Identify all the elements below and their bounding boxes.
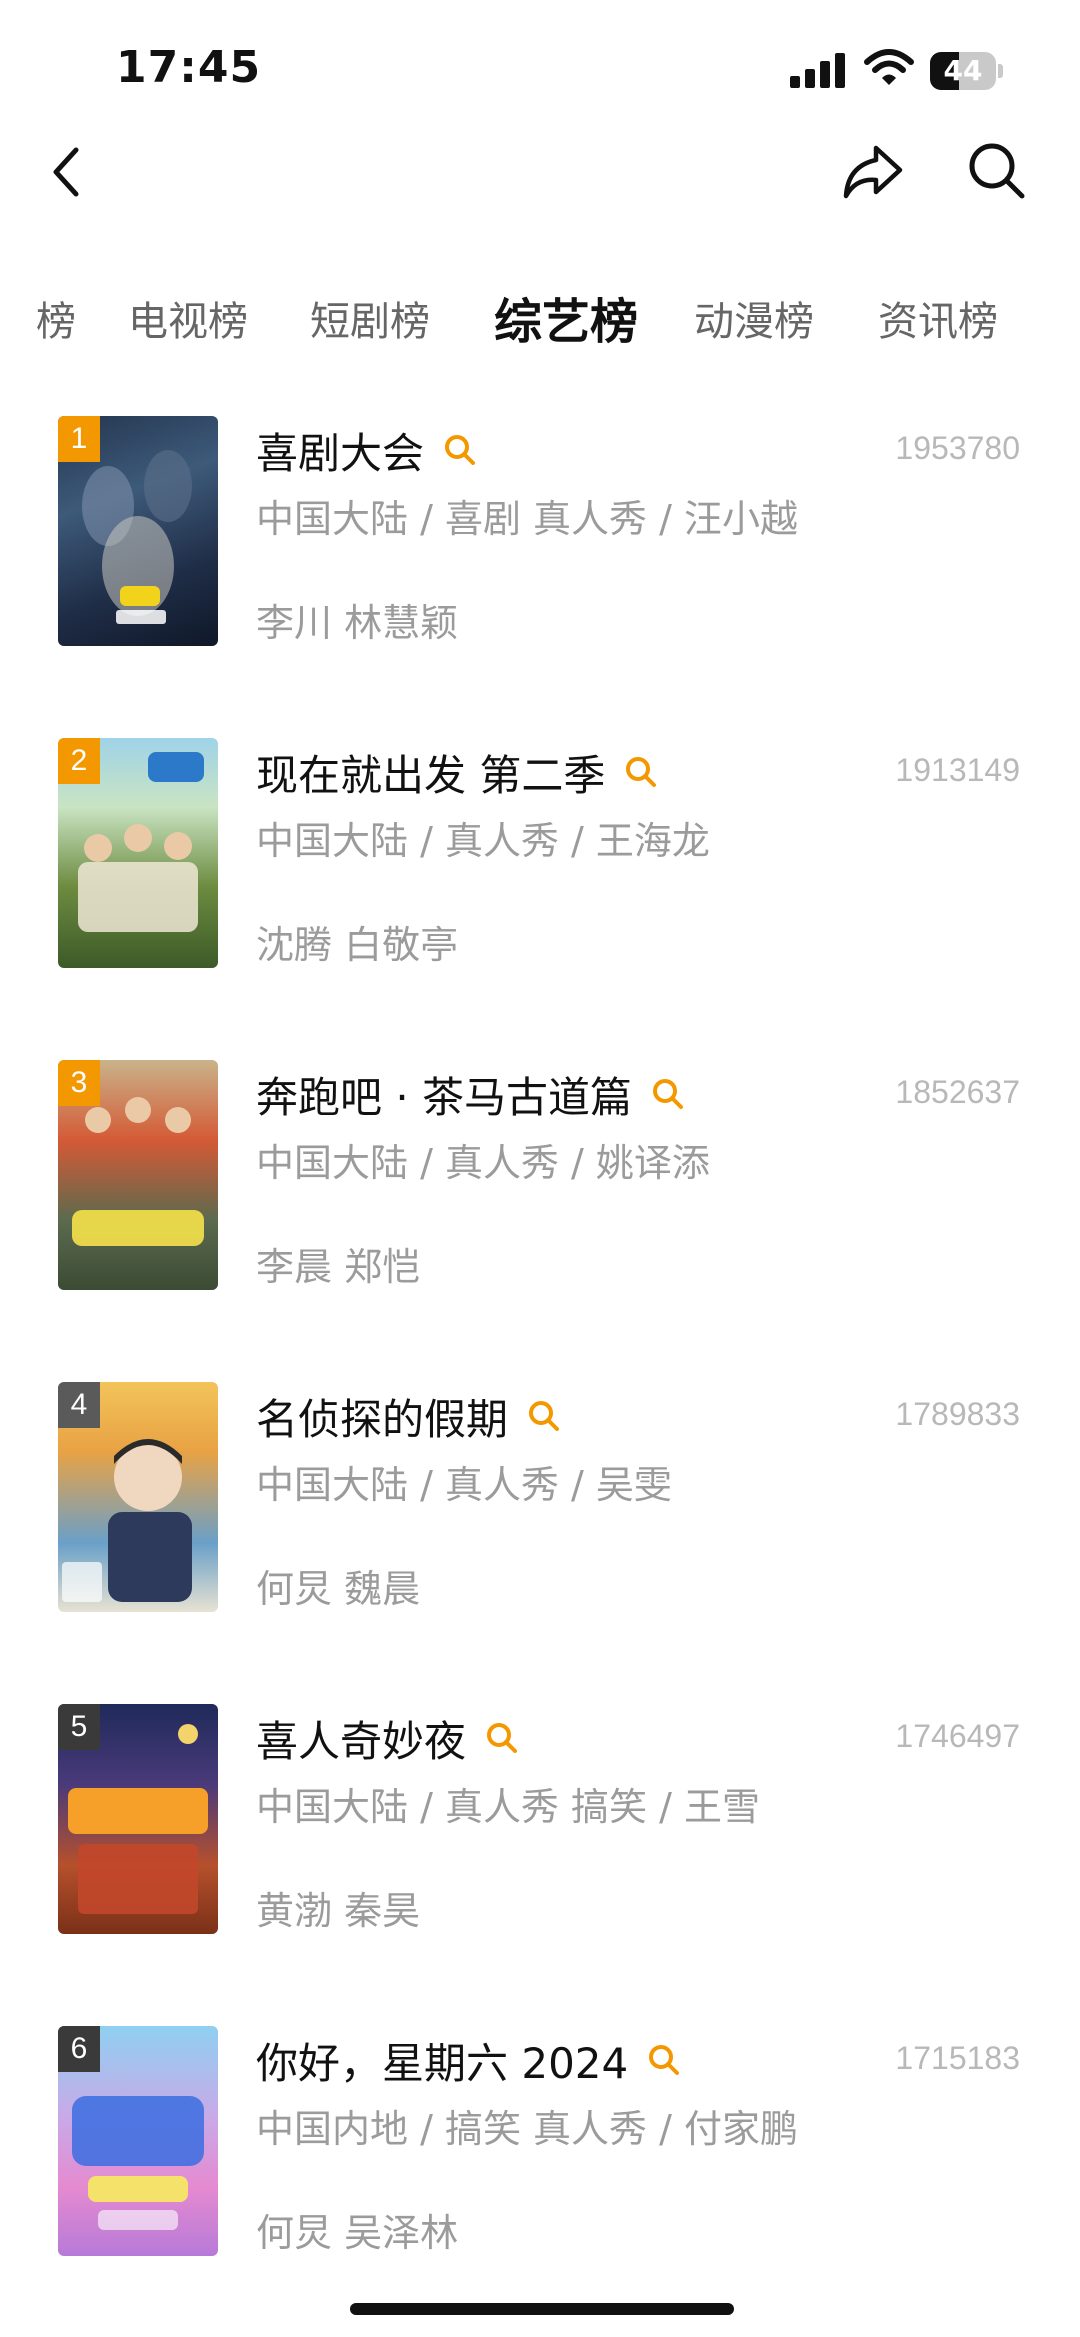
heat-score: 1913149 bbox=[895, 752, 1020, 788]
search-icon[interactable] bbox=[646, 2042, 682, 2078]
search-icon bbox=[969, 143, 1025, 199]
poster-image: 3 bbox=[58, 1060, 218, 1290]
cellular-signal-icon bbox=[790, 52, 846, 88]
item-title: 奔跑吧 · 茶马古道篇 bbox=[256, 1072, 633, 1122]
share-icon bbox=[843, 145, 903, 199]
rank-badge: 2 bbox=[58, 738, 100, 784]
heat-score: 1953780 bbox=[895, 430, 1020, 466]
chevron-left-icon bbox=[53, 147, 79, 197]
list-item[interactable]: 2 现在就出发 第二季 1913149 中国大陆 / 真人秀 / 王海龙 沈腾 … bbox=[0, 738, 1080, 978]
item-cast: 何炅 吴泽林 bbox=[256, 2211, 459, 2255]
heat-score: 1746497 bbox=[895, 1718, 1020, 1754]
tab-short-drama[interactable]: 短剧榜 bbox=[310, 286, 430, 358]
item-title: 喜剧大会 bbox=[256, 428, 425, 478]
search-button[interactable] bbox=[964, 138, 1030, 204]
search-icon[interactable] bbox=[442, 432, 478, 468]
list-item[interactable]: 5 喜人奇妙夜 1746497 中国大陆 / 真人秀 搞笑 / 王雪 黄渤 秦昊 bbox=[0, 1704, 1080, 1944]
item-cast: 李川 林慧颖 bbox=[256, 601, 459, 645]
heat-score: 1852637 bbox=[895, 1074, 1020, 1110]
item-title: 现在就出发 第二季 bbox=[256, 750, 606, 800]
tab-news[interactable]: 资讯榜 bbox=[878, 286, 998, 358]
item-meta: 中国大陆 / 真人秀 / 姚译添 bbox=[256, 1141, 710, 1185]
tab-tv[interactable]: 电视榜 bbox=[128, 286, 248, 358]
poster-image: 2 bbox=[58, 738, 218, 968]
item-meta: 中国大陆 / 真人秀 / 吴雯 bbox=[256, 1463, 672, 1507]
search-icon[interactable] bbox=[650, 1076, 686, 1112]
search-icon[interactable] bbox=[623, 754, 659, 790]
tab-variety[interactable]: 综艺榜 bbox=[494, 286, 638, 358]
poster-image: 4 bbox=[58, 1382, 218, 1612]
item-title: 喜人奇妙夜 bbox=[256, 1716, 467, 1766]
list-item[interactable]: 4 名侦探的假期 1789833 中国大陆 / 真人秀 / 吴雯 何炅 魏晨 bbox=[0, 1382, 1080, 1622]
battery-icon: 44 bbox=[930, 52, 1004, 90]
tab-anime[interactable]: 动漫榜 bbox=[694, 286, 814, 358]
item-title: 你好，星期六 2024 bbox=[256, 2038, 629, 2088]
item-meta: 中国大陆 / 真人秀 搞笑 / 王雪 bbox=[256, 1785, 761, 1829]
poster-image: 1 bbox=[58, 416, 218, 646]
list-item[interactable]: 1 喜剧大会 1953780 中国大陆 / 喜剧 真人秀 / 汪小越 李川 林慧… bbox=[0, 416, 1080, 656]
rank-badge: 1 bbox=[58, 416, 100, 462]
status-time: 17:45 bbox=[116, 42, 262, 93]
rank-badge: 3 bbox=[58, 1060, 100, 1106]
home-indicator bbox=[350, 2303, 734, 2315]
rank-badge: 4 bbox=[58, 1382, 100, 1428]
battery-percent: 44 bbox=[943, 54, 983, 87]
item-meta: 中国大陆 / 真人秀 / 王海龙 bbox=[256, 819, 710, 863]
search-icon[interactable] bbox=[484, 1720, 520, 1756]
list-item[interactable]: 3 奔跑吧 · 茶马古道篇 1852637 中国大陆 / 真人秀 / 姚译添 李… bbox=[0, 1060, 1080, 1300]
rank-badge: 5 bbox=[58, 1704, 100, 1750]
item-meta: 中国大陆 / 喜剧 真人秀 / 汪小越 bbox=[256, 497, 799, 541]
item-cast: 何炅 魏晨 bbox=[256, 1567, 421, 1611]
poster-image: 5 bbox=[58, 1704, 218, 1934]
tab-partial[interactable]: 榜 bbox=[36, 286, 76, 358]
item-cast: 黄渤 秦昊 bbox=[256, 1889, 421, 1933]
item-cast: 李晨 郑恺 bbox=[256, 1245, 421, 1289]
item-cast: 沈腾 白敬亭 bbox=[256, 923, 459, 967]
rank-badge: 6 bbox=[58, 2026, 100, 2072]
item-meta: 中国内地 / 搞笑 真人秀 / 付家鹏 bbox=[256, 2107, 799, 2151]
search-icon[interactable] bbox=[526, 1398, 562, 1434]
poster-image: 6 bbox=[58, 2026, 218, 2256]
share-button[interactable] bbox=[838, 140, 908, 204]
back-button[interactable] bbox=[38, 140, 94, 204]
item-title: 名侦探的假期 bbox=[256, 1394, 509, 1444]
status-bar: 17:45 44 bbox=[0, 0, 1080, 130]
wifi-icon bbox=[864, 49, 914, 85]
heat-score: 1789833 bbox=[895, 1396, 1020, 1432]
ranking-tabs: 榜 电视榜 短剧榜 综艺榜 动漫榜 资讯榜 bbox=[0, 286, 1080, 358]
list-item[interactable]: 6 你好，星期六 2024 1715183 中国内地 / 搞笑 真人秀 / 付家… bbox=[0, 2026, 1080, 2266]
heat-score: 1715183 bbox=[895, 2040, 1020, 2076]
